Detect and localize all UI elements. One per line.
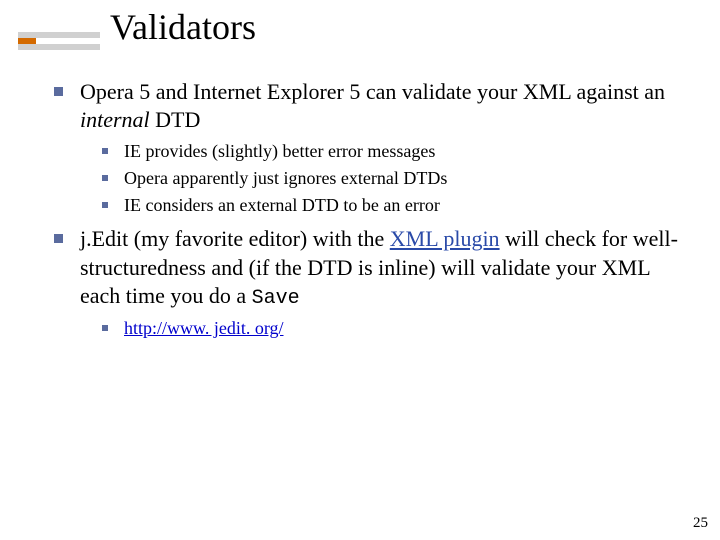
text-run: IE provides (slightly) better error mess… xyxy=(124,141,435,161)
title-decoration xyxy=(18,32,100,50)
hyperlink[interactable]: http://www. jedit. org/ xyxy=(124,318,284,338)
bullet-list: Opera 5 and Internet Explorer 5 can vali… xyxy=(50,78,690,340)
page-number: 25 xyxy=(693,515,708,532)
text-run: Opera 5 and Internet Explorer 5 can vali… xyxy=(80,79,665,104)
sub-bullet-list: IE provides (slightly) better error mess… xyxy=(80,140,690,217)
text-run: j.Edit (my favorite editor) with the xyxy=(80,226,390,251)
text-run: IE considers an external DTD to be an er… xyxy=(124,195,440,215)
slide: Validators Opera 5 and Internet Explorer… xyxy=(0,0,720,540)
list-item: j.Edit (my favorite editor) with the XML… xyxy=(50,225,690,340)
text-plugin-link: XML plugin xyxy=(390,226,500,251)
text-emphasis: internal xyxy=(80,107,150,132)
slide-title: Validators xyxy=(110,6,256,48)
list-item: IE considers an external DTD to be an er… xyxy=(80,194,690,217)
text-run: DTD xyxy=(150,107,201,132)
decoration-bar xyxy=(18,44,100,50)
list-item: IE provides (slightly) better error mess… xyxy=(80,140,690,163)
list-item: http://www. jedit. org/ xyxy=(80,317,690,340)
list-item: Opera 5 and Internet Explorer 5 can vali… xyxy=(50,78,690,217)
text-code: Save xyxy=(252,287,300,310)
slide-content: Opera 5 and Internet Explorer 5 can vali… xyxy=(50,78,690,348)
list-item: Opera apparently just ignores external D… xyxy=(80,167,690,190)
text-run: Opera apparently just ignores external D… xyxy=(124,168,447,188)
sub-bullet-list: http://www. jedit. org/ xyxy=(80,317,690,340)
